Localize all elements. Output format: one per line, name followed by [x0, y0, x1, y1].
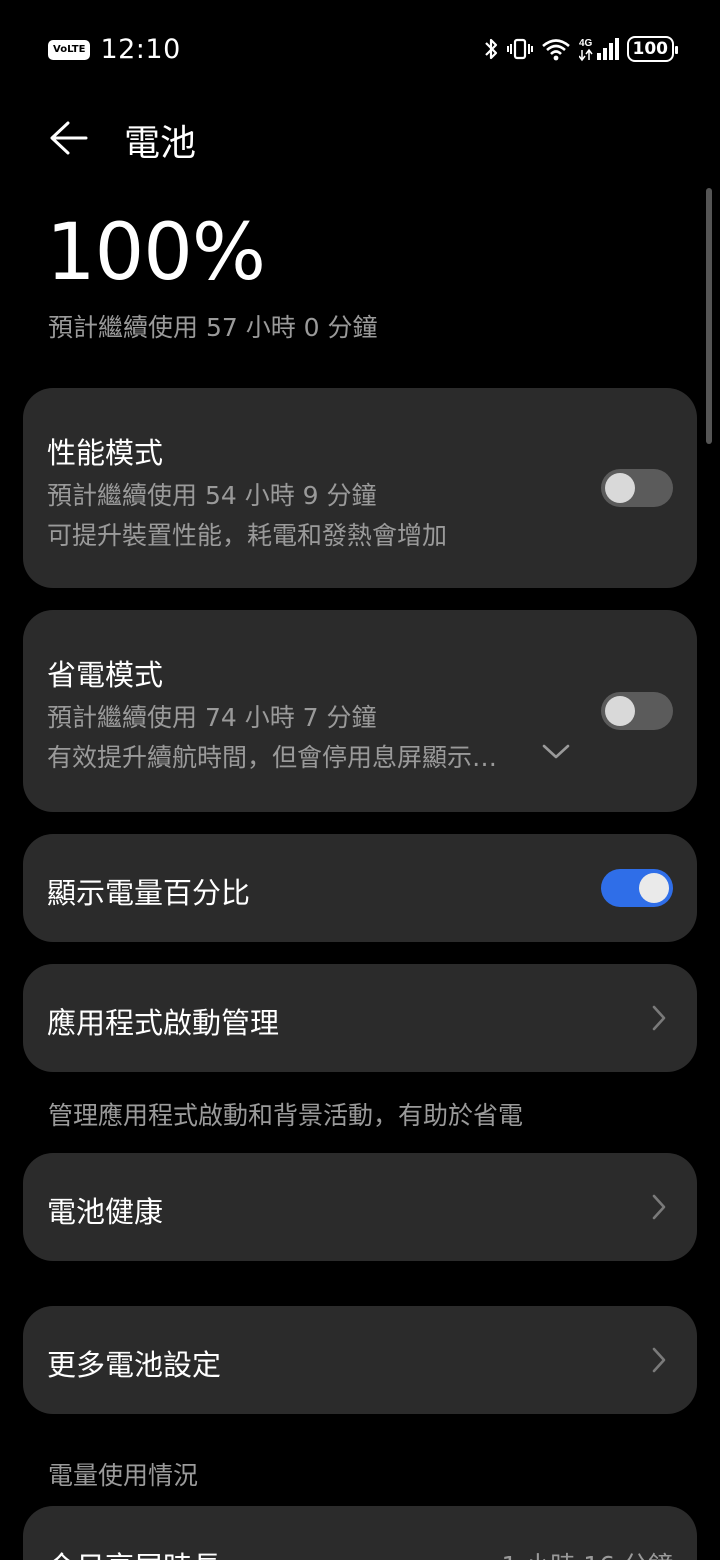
show-percentage-toggle[interactable]: [601, 869, 673, 907]
screen-time-card[interactable]: 今日亮屏時長 1 小時 16 分鐘: [23, 1506, 697, 1560]
battery-estimate: 預計繼續使用 57 小時 0 分鐘: [48, 313, 378, 342]
performance-mode-estimate: 預計繼續使用 54 小時 9 分鐘: [47, 481, 377, 510]
more-battery-settings-card[interactable]: 更多電池設定: [23, 1306, 697, 1414]
volte-icon: VoLTE: [48, 39, 91, 60]
chevron-right-icon: [649, 1192, 669, 1222]
battery-health-card[interactable]: 電池健康: [23, 1153, 697, 1261]
status-time: 12:10: [100, 34, 181, 65]
app-launch-title: 應用程式啟動管理: [47, 1006, 280, 1040]
back-button[interactable]: [46, 116, 90, 160]
battery-percentage: 100%: [46, 208, 266, 298]
svg-text:4G: 4G: [579, 38, 593, 49]
app-launch-card[interactable]: 應用程式啟動管理: [23, 964, 697, 1072]
battery-status-icon: 100: [626, 36, 678, 62]
status-bar: VoLTE 12:10 4G 100: [0, 0, 720, 96]
vibrate-icon: [506, 37, 533, 61]
power-saving-mode-description: 有效提升續航時間，但會停用息屏顯示…: [47, 743, 498, 772]
chevron-right-icon: [649, 1345, 669, 1375]
bluetooth-icon: [483, 37, 499, 61]
performance-mode-title: 性能模式: [47, 436, 164, 470]
status-bar-left: VoLTE 12:10: [48, 34, 181, 65]
toggle-knob: [605, 696, 635, 726]
chevron-right-icon: [649, 1003, 669, 1033]
expand-chevron-icon[interactable]: [541, 742, 571, 766]
battery-health-title: 電池健康: [47, 1195, 164, 1229]
performance-mode-description: 可提升裝置性能，耗電和發熱會增加: [47, 521, 448, 550]
status-bar-right: 4G 100: [483, 34, 678, 64]
app-launch-note: 管理應用程式啟動和背景活動，有助於省電: [48, 1101, 524, 1130]
scrollbar[interactable]: [706, 188, 712, 444]
more-battery-settings-title: 更多電池設定: [47, 1348, 222, 1382]
performance-mode-card[interactable]: 性能模式 預計繼續使用 54 小時 9 分鐘 可提升裝置性能，耗電和發熱會增加: [23, 388, 697, 588]
cellular-signal-icon: 4G: [578, 36, 619, 62]
app-bar: 電池: [0, 96, 720, 180]
wifi-icon: [541, 37, 571, 61]
back-arrow-icon: [50, 121, 88, 155]
show-percentage-title: 顯示電量百分比: [47, 876, 251, 910]
screen-time-value: 1 小時 16 分鐘: [501, 1546, 673, 1560]
screen-time-label: 今日亮屏時長: [47, 1544, 221, 1560]
toggle-knob: [605, 473, 635, 503]
power-saving-mode-card[interactable]: 省電模式 預計繼續使用 74 小時 7 分鐘 有效提升續航時間，但會停用息屏顯示…: [23, 610, 697, 812]
power-saving-mode-estimate: 預計繼續使用 74 小時 7 分鐘: [47, 703, 377, 732]
power-saving-mode-toggle[interactable]: [601, 692, 673, 730]
toggle-knob: [639, 873, 669, 903]
performance-mode-toggle[interactable]: [601, 469, 673, 507]
show-percentage-card[interactable]: 顯示電量百分比: [23, 834, 697, 942]
power-saving-mode-title: 省電模式: [47, 658, 164, 692]
usage-section-title: 電量使用情況: [48, 1461, 199, 1490]
page-title: 電池: [124, 123, 197, 164]
